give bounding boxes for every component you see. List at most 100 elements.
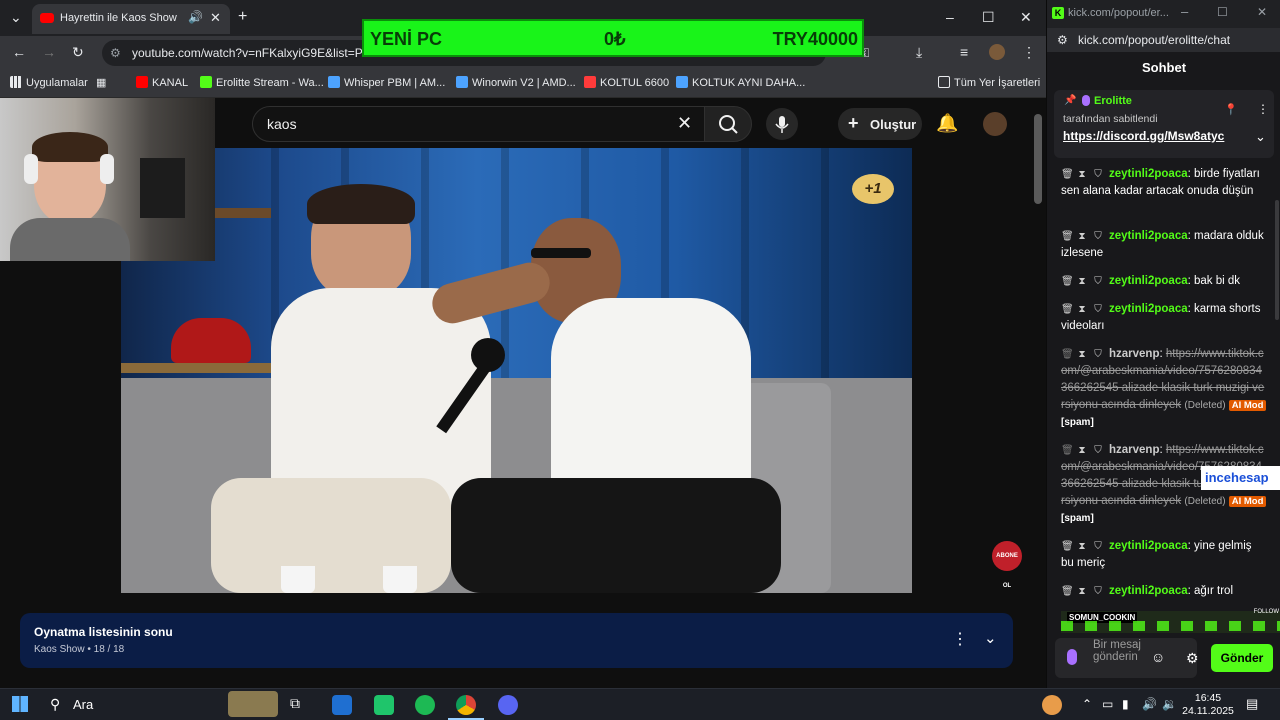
bookmark-label: KOLTUK AYNI DAHA... (692, 77, 806, 89)
pinned-expand-icon[interactable]: ⌄ (1255, 129, 1266, 145)
profile-avatar[interactable] (989, 44, 1005, 60)
tab-close-icon[interactable]: ✕ (210, 10, 221, 26)
taskbar-search-label[interactable]: Ara (73, 697, 93, 712)
chat-close-icon[interactable]: ✕ (1257, 5, 1267, 19)
site-info-icon[interactable]: ⚙ (110, 46, 121, 60)
discord-icon[interactable] (498, 695, 518, 715)
minimize-icon[interactable]: – (946, 10, 954, 24)
bookmark-site-icon (456, 76, 468, 88)
bookmark-all[interactable]: Tüm Yer İşaretleri (938, 76, 1040, 89)
spotify-icon[interactable] (415, 695, 435, 715)
discord-like-icon[interactable] (374, 695, 394, 715)
playlist-subtitle: Kaos Show • 18 / 18 (34, 644, 125, 655)
close-window-icon[interactable]: ✕ (1020, 10, 1032, 24)
bookmark-whisper[interactable]: Whisper PBM | AM... (328, 76, 445, 89)
chat-minimize-icon[interactable]: – (1181, 4, 1188, 19)
chevron-down-icon[interactable]: ⌄ (984, 629, 997, 647)
pin-icon: 📌 (1064, 95, 1077, 106)
create-button[interactable]: + Oluştur (838, 108, 922, 140)
chat-maximize-icon[interactable]: ☐ (1217, 5, 1228, 19)
new-tab-icon[interactable]: + (238, 9, 247, 25)
forward-icon[interactable]: → (42, 45, 56, 59)
bookmark-koltuk[interactable]: KOLTUK AYNI DAHA... (676, 76, 805, 89)
chat-scrollbar[interactable] (1275, 200, 1279, 320)
chat-window-title: kick.com/popout/er... (1068, 7, 1169, 19)
pinned-menu-icon[interactable]: ⋮ (1257, 102, 1269, 116)
task-view-icon[interactable]: ⧉ (290, 695, 310, 715)
promo-left-text: YENİ PC (370, 29, 443, 49)
pinned-link[interactable]: https://discord.gg/Msw8atyc (1063, 129, 1224, 143)
reload-icon[interactable]: ↻ (72, 45, 84, 59)
bookmark-label: Erolitte Stream - Wa... (216, 77, 324, 89)
bookmark-winorwin[interactable]: Winorwin V2 | AMD... (456, 76, 576, 89)
streamer-hair (32, 132, 108, 162)
tray-app-icon[interactable] (1042, 695, 1062, 715)
speaker-icon[interactable]: 🔉 (1162, 697, 1177, 711)
chat-username[interactable]: zeytinli2poaca (1109, 540, 1188, 552)
clear-search-icon[interactable]: ✕ (677, 113, 692, 134)
microphone-head (471, 338, 505, 372)
tray-display-icon[interactable]: ▭ (1102, 697, 1113, 711)
chat-message: 🗑 ⧗ ⛉ zeytinli2poaca: madara olduk izlesene (1061, 230, 1264, 259)
taskbar-search-icon[interactable]: ⚲ (50, 696, 60, 713)
mic-badge-icon (1082, 95, 1090, 106)
chat-username[interactable]: hzarvenp (1109, 444, 1160, 456)
chat-username[interactable]: hzarvenp (1109, 348, 1160, 360)
incehesap-watermark: incehesap (1201, 466, 1280, 490)
tab-audio-icon[interactable]: 🔊 (188, 10, 203, 24)
bookmark-label: Whisper PBM | AM... (344, 77, 446, 89)
chat-username[interactable]: zeytinli2poaca (1109, 230, 1188, 242)
tab-youtube[interactable]: Hayrettin ile Kaos Show - 1 🔊 ✕ (32, 4, 230, 34)
spam-tag: [spam] (1061, 417, 1094, 428)
youtube-avatar[interactable] (983, 112, 1007, 136)
emoji-icon[interactable]: ☺ (1151, 649, 1165, 665)
playlist-menu-icon[interactable]: ⋮ (952, 629, 968, 649)
bookmark-grid-icon[interactable]: ▦ (96, 76, 106, 89)
spam-tag: [spam] (1061, 513, 1094, 524)
volume-icon[interactable]: 🔊 (1142, 697, 1157, 711)
youtube-search-input[interactable]: kaos ✕ (252, 106, 705, 142)
send-button[interactable]: Gönder (1211, 644, 1273, 672)
chrome-icon[interactable] (456, 695, 476, 715)
ai-mod-badge: AI Mod (1228, 400, 1267, 411)
app-icon[interactable] (332, 695, 352, 715)
bookmark-kanal[interactable]: KANAL (136, 76, 188, 89)
page-scrollbar[interactable] (1034, 114, 1042, 204)
voice-search-button[interactable] (766, 108, 798, 140)
download-icon[interactable]: ⤓ (916, 45, 922, 59)
chevron-up-icon[interactable]: ⌃ (1082, 697, 1092, 711)
notifications-icon[interactable]: ▤ (1246, 696, 1258, 712)
notifications-bell-icon[interactable]: 🔔 (936, 113, 958, 134)
bookmark-apps[interactable]: Uygulamalar (10, 76, 88, 89)
follow-alert-label: FOLLOW (1253, 609, 1279, 615)
windows-start-icon[interactable] (12, 696, 28, 712)
subscribe-watermark[interactable]: ABONE OL (992, 541, 1022, 589)
playlist-panel[interactable]: Oynatma listesinin sonu Kaos Show • 18 /… (20, 613, 1013, 668)
battery-icon[interactable]: ▮ (1122, 697, 1129, 711)
bookmarks-bar: Uygulamalar ▦ KANAL Erolitte Stream - Wa… (0, 70, 1046, 98)
tab-search-icon[interactable]: ⌄ (10, 10, 22, 24)
webcam-overlay (0, 98, 215, 261)
browser-menu-icon[interactable]: ⋮ (1022, 45, 1036, 59)
bookmark-erolitte[interactable]: Erolitte Stream - Wa... (200, 76, 324, 89)
chat-username[interactable]: zeytinli2poaca (1109, 303, 1188, 315)
bookmark-label: Tüm Yer İşaretleri (954, 77, 1041, 89)
chat-url: kick.com/popout/erolitte/chat (1078, 33, 1231, 47)
clock[interactable]: 16:45 24.11.2025 (1180, 692, 1236, 718)
maximize-icon[interactable]: ☐ (982, 10, 995, 24)
chat-settings-gear-icon[interactable]: ⚙ (1186, 650, 1199, 667)
chat-username[interactable]: zeytinli2poaca (1109, 275, 1188, 287)
chat-input[interactable]: Bir mesaj gönderin ☺ (1055, 638, 1197, 678)
youtube-bookmark-icon (136, 76, 148, 88)
bookmark-koltul[interactable]: KOLTUL 6600 (584, 76, 669, 89)
pinned-note: tarafından sabitlendi (1063, 113, 1158, 125)
unpin-icon[interactable]: 📍 (1224, 103, 1238, 116)
chat-username[interactable]: zeytinli2poaca (1109, 585, 1188, 597)
media-control-icon[interactable]: ≡ (960, 45, 968, 59)
chat-text: bak bi dk (1194, 275, 1241, 287)
chat-message-deleted: 🗑 ⧗ ⛉ hzarvenp: https://www.tiktok.com/@ara… (1061, 346, 1267, 431)
video-player[interactable]: +1 (121, 148, 912, 593)
chat-username[interactable]: zeytinli2poaca (1109, 168, 1188, 180)
back-icon[interactable]: ← (12, 45, 26, 59)
search-button[interactable] (704, 106, 752, 142)
